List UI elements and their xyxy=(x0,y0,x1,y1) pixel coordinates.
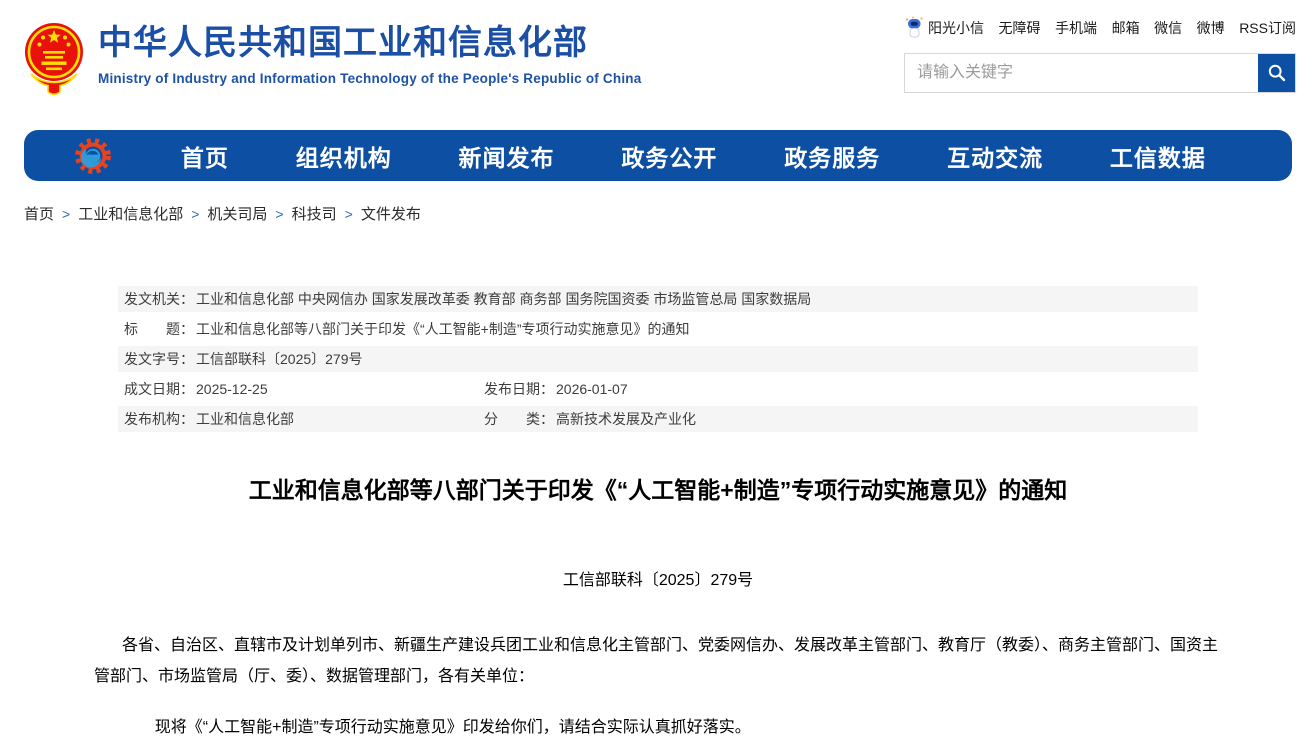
top-link-wechat[interactable]: 微信 xyxy=(1154,18,1182,38)
meta-value: 工业和信息化部 中央网信办 国家发展改革委 教育部 商务部 国务院国资委 市场监… xyxy=(196,286,811,312)
nav-item-news[interactable]: 新闻发布 xyxy=(459,139,555,173)
mascot-robot-icon xyxy=(904,16,924,39)
meta-cell-category: 分 类： 高新技术发展及产业化 xyxy=(484,406,696,432)
search-box xyxy=(904,53,1296,93)
breadcrumb-departments[interactable]: 机关司局 xyxy=(207,203,267,224)
meta-row-title: 标 题： 工业和信息化部等八部门关于印发《“人工智能+制造”专项行动实施意见》的… xyxy=(118,316,1198,342)
top-link-rss[interactable]: RSS订阅 xyxy=(1239,18,1296,38)
top-links: 阳光小信 无障碍 手机端 邮箱 微信 微博 RSS订阅 xyxy=(904,16,1296,39)
page: 中华人民共和国工业和信息化部 Ministry of Industry and … xyxy=(0,0,1316,743)
national-emblem-logo[interactable] xyxy=(24,21,84,99)
meta-label: 发布日期： xyxy=(484,376,554,402)
national-emblem-icon xyxy=(24,21,84,99)
site-title[interactable]: 中华人民共和国工业和信息化部 xyxy=(98,23,641,63)
document-number: 工信部联科〔2025〕279号 xyxy=(94,566,1222,590)
search-input[interactable] xyxy=(905,54,1258,92)
meta-cell: 发文机关： 工业和信息化部 中央网信办 国家发展改革委 教育部 商务部 国务院国… xyxy=(124,286,811,312)
doc-meta-table: 发文机关： 工业和信息化部 中央网信办 国家发展改革委 教育部 商务部 国务院国… xyxy=(118,286,1198,432)
meta-value: 高新技术发展及产业化 xyxy=(556,406,696,432)
top-link-weibo[interactable]: 微博 xyxy=(1197,18,1225,38)
meta-row-issuing-agencies: 发文机关： 工业和信息化部 中央网信办 国家发展改革委 教育部 商务部 国务院国… xyxy=(118,286,1198,312)
meta-label: 发文机关： xyxy=(124,286,194,312)
document-title: 工业和信息化部等八部门关于印发《“人工智能+制造”专项行动实施意见》的通知 xyxy=(94,474,1222,506)
meta-cell-written-date: 成文日期： 2025-12-25 xyxy=(124,376,484,402)
meta-value: 2026-01-07 xyxy=(556,376,628,402)
main-nav: 首页 组织机构 新闻发布 政务公开 政务服务 互动交流 工信数据 xyxy=(24,130,1292,181)
breadcrumb-miit[interactable]: 工业和信息化部 xyxy=(78,203,183,224)
top-link-accessibility[interactable]: 无障碍 xyxy=(999,18,1041,38)
nav-item-interaction[interactable]: 互动交流 xyxy=(947,139,1043,173)
meta-value: 工业和信息化部 xyxy=(196,406,294,432)
document-content: 发文机关： 工业和信息化部 中央网信办 国家发展改革委 教育部 商务部 国务院国… xyxy=(94,286,1222,743)
meta-cell: 发文字号： 工信部联科〔2025〕279号 xyxy=(124,346,363,372)
meta-label: 成文日期： xyxy=(124,376,194,402)
meta-label: 标 题： xyxy=(124,316,194,342)
meta-value: 2025-12-25 xyxy=(196,376,268,402)
meta-cell: 标 题： 工业和信息化部等八部门关于印发《“人工智能+制造”专项行动实施意见》的… xyxy=(124,316,690,342)
top-link-mobile[interactable]: 手机端 xyxy=(1055,18,1097,38)
breadcrumb-separator: > xyxy=(191,206,199,222)
breadcrumb: 首页 > 工业和信息化部 > 机关司局 > 科技司 > 文件发布 xyxy=(24,203,1316,224)
article-paragraph-instruction: 现将《“人工智能+制造”专项行动实施意见》印发给你们，请结合实际认真抓好落实。 xyxy=(94,712,1222,743)
meta-label: 发布机构： xyxy=(124,406,194,432)
meta-label: 分 类： xyxy=(484,406,554,432)
header-utilities: 阳光小信 无障碍 手机端 邮箱 微信 微博 RSS订阅 xyxy=(904,16,1296,93)
meta-row-doc-number: 发文字号： 工信部联科〔2025〕279号 xyxy=(118,346,1198,372)
meta-value: 工信部联科〔2025〕279号 xyxy=(196,346,363,372)
meta-row-dates: 成文日期： 2025-12-25 发布日期： 2026-01-07 xyxy=(118,376,1198,402)
meta-label: 发文字号： xyxy=(124,346,194,372)
breadcrumb-separator: > xyxy=(345,206,353,222)
meta-cell-publisher: 发布机构： 工业和信息化部 xyxy=(124,406,484,432)
nav-item-gov-disclosure[interactable]: 政务公开 xyxy=(621,139,717,173)
site-branding: 中华人民共和国工业和信息化部 Ministry of Industry and … xyxy=(24,21,641,99)
breadcrumb-separator: > xyxy=(275,206,283,222)
breadcrumb-science-tech-dept[interactable]: 科技司 xyxy=(292,203,337,224)
search-icon xyxy=(1267,63,1287,83)
top-link-mail[interactable]: 邮箱 xyxy=(1112,18,1140,38)
site-title-block: 中华人民共和国工业和信息化部 Ministry of Industry and … xyxy=(98,21,641,86)
site-title-en: Ministry of Industry and Information Tec… xyxy=(98,71,641,86)
meta-value: 工业和信息化部等八部门关于印发《“人工智能+制造”专项行动实施意见》的通知 xyxy=(196,316,690,342)
breadcrumb-separator: > xyxy=(62,206,70,222)
meta-row-publisher-category: 发布机构： 工业和信息化部 分 类： 高新技术发展及产业化 xyxy=(118,406,1198,432)
miit-gear-logo-icon[interactable] xyxy=(72,135,114,177)
nav-item-gov-services[interactable]: 政务服务 xyxy=(784,139,880,173)
top-link-sunshine-xiaoxin[interactable]: 阳光小信 xyxy=(904,16,984,39)
meta-cell-publish-date: 发布日期： 2026-01-07 xyxy=(484,376,628,402)
breadcrumb-home[interactable]: 首页 xyxy=(24,203,54,224)
breadcrumb-current-document-release: 文件发布 xyxy=(361,203,421,224)
search-button[interactable] xyxy=(1258,54,1295,92)
article-body: 各省、自治区、直辖市及计划单列市、新疆生产建设兵团工业和信息化主管部门、党委网信… xyxy=(94,630,1222,743)
nav-item-organization[interactable]: 组织机构 xyxy=(296,139,392,173)
site-header: 中华人民共和国工业和信息化部 Ministry of Industry and … xyxy=(0,0,1316,124)
article-paragraph-recipients: 各省、自治区、直辖市及计划单列市、新疆生产建设兵团工业和信息化主管部门、党委网信… xyxy=(94,630,1222,692)
nav-item-home[interactable]: 首页 xyxy=(181,139,229,173)
top-link-label: 阳光小信 xyxy=(928,18,984,38)
nav-item-miit-data[interactable]: 工信数据 xyxy=(1110,139,1206,173)
